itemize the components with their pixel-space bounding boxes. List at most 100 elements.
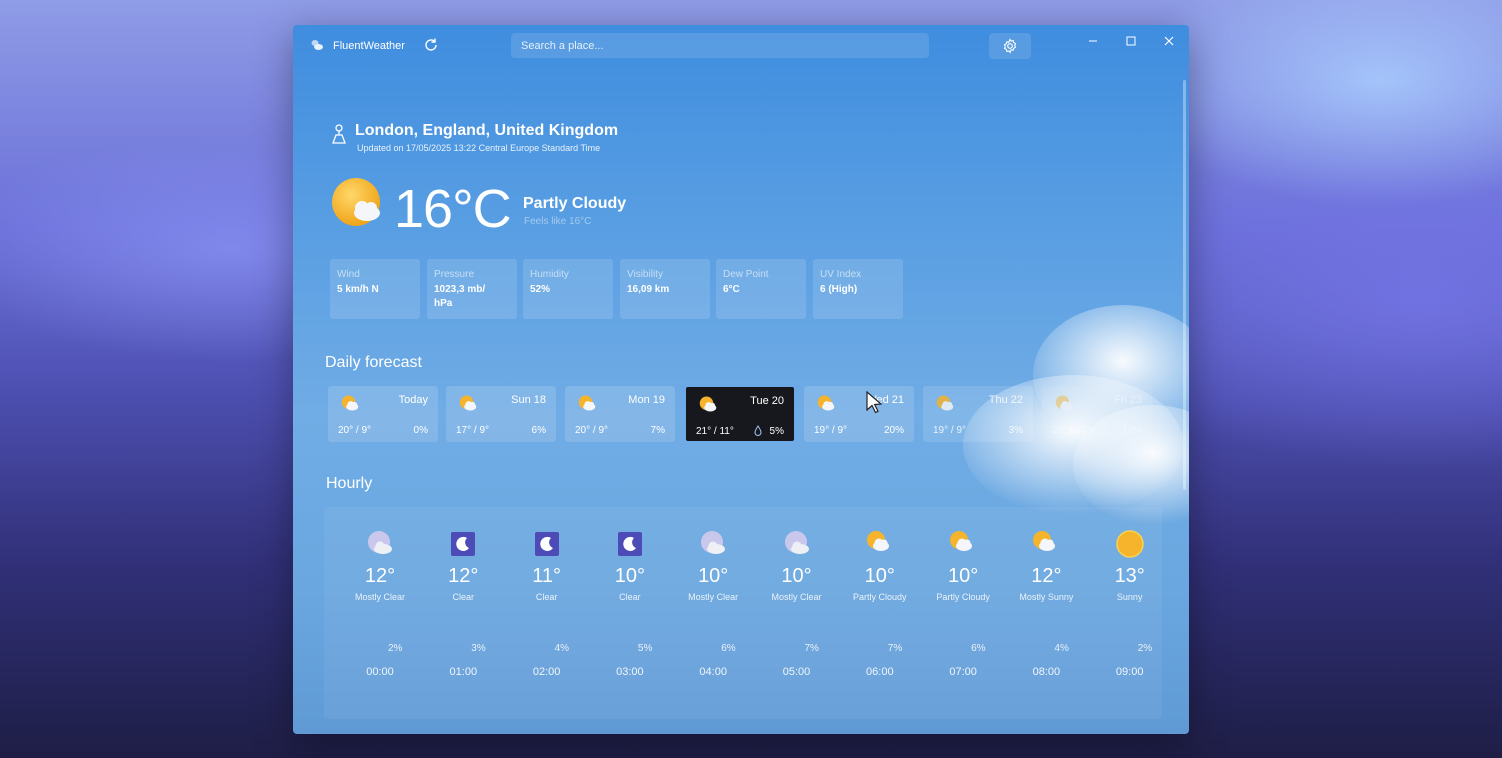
hour-temp: 13°	[1114, 565, 1145, 587]
current-temperature: 16°C	[394, 179, 512, 239]
sun-cloud-icon	[817, 395, 835, 411]
feels-like-text: Feels like 16°C	[524, 216, 592, 227]
minimize-button[interactable]	[1078, 31, 1108, 51]
sun-cloud-icon	[866, 531, 889, 551]
hour-temp: 10°	[947, 565, 979, 587]
metric-dew-point: Dew Point 6°C	[716, 259, 806, 319]
daily-forecast-card[interactable]: Today 20° / 9° 0%	[328, 386, 438, 442]
metric-humidity: Humidity 52%	[523, 259, 613, 319]
hour-precip: 4%	[1054, 643, 1069, 654]
day-precip: 12%	[1121, 425, 1142, 436]
hour-precip: 3%	[471, 643, 486, 654]
hour-time: 06:00	[866, 666, 894, 678]
hour-time: 04:00	[699, 666, 727, 678]
day-temps: 20° / 9°	[338, 425, 372, 436]
hourly-item[interactable]: 12° Mostly Sunny 4% 08:00	[1004, 529, 1088, 678]
day-temps: 20° / 9°	[575, 425, 609, 436]
day-precip: 0%	[413, 425, 428, 436]
metric-label: Humidity	[530, 269, 569, 280]
location-name: London, England, United Kingdom	[355, 122, 619, 139]
hour-time: 07:00	[949, 666, 977, 678]
day-precip: 7%	[650, 425, 665, 436]
hourly-item[interactable]: 10° Partly Cloudy 6% 07:00	[921, 529, 1005, 678]
day-name: Mon 19	[628, 394, 665, 406]
metric-pressure: Pressure 1023,3 mb/ hPa	[427, 259, 517, 319]
hour-temp: 12°	[1031, 565, 1062, 587]
hourly-item[interactable]: 12° Mostly Clear 2% 00:00	[338, 529, 422, 678]
daily-forecast-card[interactable]: Thu 22 19° / 9° 3%	[923, 386, 1033, 442]
sun-cloud-icon	[936, 395, 954, 411]
metric-label: Dew Point	[723, 269, 769, 280]
metric-visibility: Visibility 16,09 km	[620, 259, 710, 319]
close-button[interactable]	[1154, 31, 1184, 51]
hour-condition: Clear	[619, 592, 641, 602]
app-window: FluentWeather Search a place... London, …	[293, 25, 1189, 734]
app-logo-icon	[311, 40, 323, 50]
hourly-item[interactable]: 11° Clear 4% 02:00	[505, 529, 589, 678]
daily-forecast-card[interactable]: Mon 19 20° / 9° 7%	[565, 386, 675, 442]
hourly-item[interactable]: 13° Sunny 2% 09:00	[1088, 529, 1172, 678]
moon-icon	[534, 532, 559, 556]
hour-temp: 10°	[864, 565, 895, 587]
daily-forecast-card[interactable]: Fri 23 20° / 13° 12%	[1042, 386, 1152, 442]
hour-precip: 5%	[637, 643, 653, 654]
hour-time: 03:00	[616, 666, 644, 678]
app-name: FluentWeather	[333, 40, 405, 52]
day-name: Tue 20	[750, 395, 784, 407]
hour-time: 00:00	[366, 666, 394, 678]
hour-precip: 2%	[1137, 643, 1153, 654]
hour-temp: 11°	[532, 565, 561, 587]
raindrop-icon	[754, 425, 762, 436]
hourly-item[interactable]: 10° Clear 5% 03:00	[588, 529, 672, 678]
daily-forecast-title: Daily forecast	[325, 354, 422, 371]
metric-label: Visibility	[627, 269, 663, 280]
daily-forecast-card[interactable]: Sun 18 17° / 9° 6%	[446, 386, 556, 442]
sun-icon	[1115, 530, 1144, 558]
daily-forecast-card[interactable]: Tue 20 21° / 11° 5%	[685, 386, 795, 442]
hour-precip: 7%	[804, 643, 819, 654]
metric-label: Pressure	[434, 269, 475, 280]
hour-temp: 12°	[364, 565, 396, 587]
location-pin-icon	[332, 124, 346, 144]
metric-value: 52%	[530, 284, 551, 295]
maximize-button[interactable]	[1116, 31, 1146, 51]
day-temps: 21° / 11°	[696, 426, 734, 437]
day-temps: 20° / 13°	[1052, 425, 1091, 436]
refresh-icon[interactable]	[422, 36, 440, 54]
metric-value: 6°C	[723, 284, 740, 295]
hour-time: 09:00	[1115, 666, 1144, 678]
hourly-item[interactable]: 10° Mostly Clear 7% 05:00	[755, 529, 839, 678]
hour-time: 08:00	[1032, 666, 1061, 678]
hour-condition: Mostly Clear	[688, 592, 739, 602]
day-name: Today	[398, 394, 428, 406]
moon-cloud-icon	[701, 531, 726, 554]
day-precip: 20%	[883, 425, 904, 436]
hourly-item[interactable]: 12° Clear 3% 01:00	[421, 529, 505, 678]
search-input[interactable]: Search a place...	[511, 33, 929, 58]
hour-condition: Mostly Clear	[354, 592, 405, 602]
hour-time: 05:00	[782, 666, 811, 678]
settings-button[interactable]	[989, 33, 1031, 59]
sun-cloud-icon	[1055, 395, 1073, 411]
last-updated-text: Updated on 17/05/2025 13:22 Central Euro…	[357, 143, 601, 153]
scrollbar[interactable]	[1183, 80, 1186, 490]
hourly-item[interactable]: 10° Mostly Clear 6% 04:00	[671, 529, 755, 678]
moon-cloud-icon	[368, 531, 392, 554]
hour-precip: 6%	[971, 643, 986, 654]
sun-cloud-icon	[1033, 531, 1056, 551]
hour-temp: 10°	[698, 565, 729, 587]
hourly-item[interactable]: 10° Partly Cloudy 7% 06:00	[838, 529, 922, 678]
current-condition: Partly Cloudy	[523, 195, 627, 212]
hour-temp: 12°	[448, 565, 479, 587]
day-name: Sun 18	[511, 394, 546, 406]
hour-condition: Sunny	[1116, 592, 1143, 602]
day-precip: 3%	[1008, 425, 1023, 436]
metric-uv-index: UV Index 6 (High)	[813, 259, 903, 319]
hour-condition: Partly Cloudy	[853, 592, 907, 602]
metric-label: Wind	[337, 269, 360, 280]
hourly-title: Hourly	[326, 475, 373, 492]
moon-cloud-icon	[784, 531, 809, 554]
day-precip: 5%	[769, 426, 784, 437]
title-bar: FluentWeather Search a place...	[293, 25, 1189, 65]
daily-forecast-card[interactable]: Wed 21 19° / 9° 20%	[804, 386, 914, 442]
